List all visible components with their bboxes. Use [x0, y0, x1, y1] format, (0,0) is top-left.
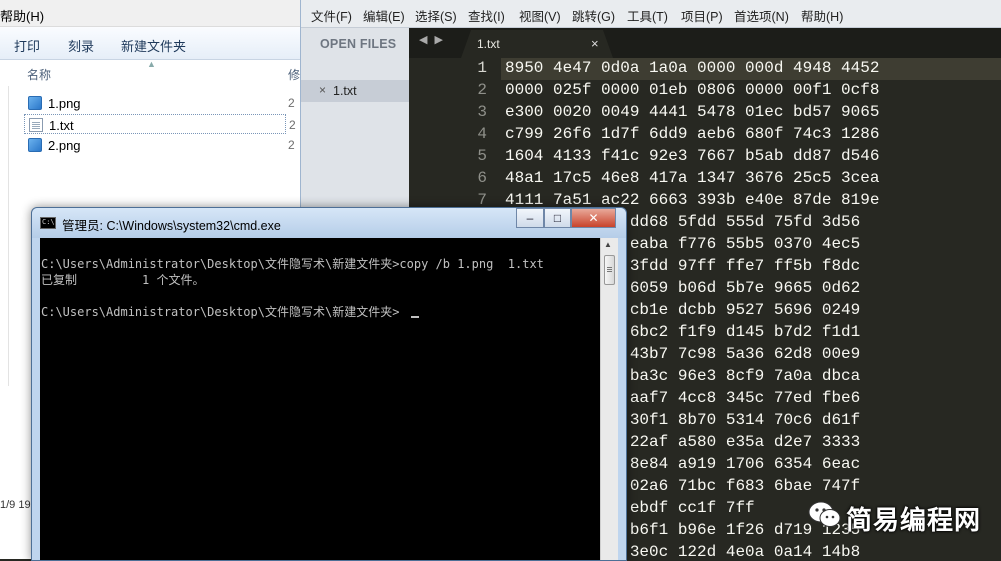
file-list-header: ▲ 名称 修: [0, 59, 300, 86]
menu-tools[interactable]: 工具(T): [627, 6, 668, 25]
scroll-up-icon[interactable]: ▲: [604, 240, 612, 249]
sublime-menubar: 文件(F) 编辑(E) 选择(S) 查找(I) 视图(V) 跳转(G) 工具(T…: [301, 0, 1001, 28]
line-number: 5: [477, 147, 487, 165]
watermark-text: 简易编程网: [846, 505, 982, 535]
tab-label: 1.txt: [477, 37, 500, 51]
sidebar-file-item[interactable]: × 1.txt: [301, 80, 409, 102]
text-file-icon: [29, 118, 43, 132]
menu-help[interactable]: 帮助(H): [801, 6, 843, 25]
cmd-window: 管理员: C:\Windows\system32\cmd.exe – □ ✕ C…: [31, 207, 627, 561]
text-cursor: [411, 316, 419, 318]
menu-file[interactable]: 文件(F): [311, 6, 352, 25]
menu-edit[interactable]: 编辑(E): [363, 6, 405, 25]
file-date: 2: [288, 96, 295, 110]
file-date: 2: [288, 138, 295, 152]
close-button[interactable]: ✕: [571, 208, 616, 228]
scrollbar-thumb[interactable]: [604, 255, 615, 285]
minimize-button[interactable]: –: [516, 208, 544, 228]
explorer-status-text: 1/9 19: [0, 499, 31, 511]
cmd-title: 管理员: C:\Windows\system32\cmd.exe: [62, 219, 281, 233]
menu-goto[interactable]: 跳转(G): [572, 6, 615, 25]
column-name-header[interactable]: 名称: [27, 66, 51, 83]
line-number: 4: [477, 125, 487, 143]
column-modified-header[interactable]: 修: [288, 66, 300, 83]
console-output[interactable]: C:\Users\Administrator\Desktop\文件隐写术\新建文…: [40, 238, 608, 560]
menu-find[interactable]: 查找(I): [468, 6, 505, 25]
watermark: 简易编程网: [808, 497, 994, 535]
vertical-scrollbar[interactable]: ▲: [600, 238, 619, 560]
burn-button[interactable]: 刻录: [68, 36, 94, 55]
file-item-1txt[interactable]: 1.txt 2: [24, 114, 296, 134]
menu-project[interactable]: 项目(P): [681, 6, 723, 25]
file-item-2png[interactable]: 2.png 2: [24, 135, 295, 155]
explorer-menubar: 帮助(H): [0, 0, 300, 27]
tab-scroll-arrows-icon[interactable]: ◀ ▶: [419, 33, 445, 46]
image-file-icon: [28, 96, 42, 110]
cmd-titlebar[interactable]: 管理员: C:\Windows\system32\cmd.exe – □ ✕: [32, 208, 626, 238]
console-line: 已复制 1 个文件。: [41, 273, 205, 287]
sidebar-file-name: 1.txt: [333, 84, 357, 98]
navigation-pane-edge: [0, 86, 9, 386]
print-button[interactable]: 打印: [14, 36, 40, 55]
line-number: 3: [477, 103, 487, 121]
window-frame: [618, 238, 626, 560]
image-file-icon: [28, 138, 42, 152]
code-line: 48a1 17c5 46e8 417a 1347 3676 25c5 3cea: [505, 169, 880, 187]
menu-preferences[interactable]: 首选项(N): [734, 6, 789, 25]
tab-close-icon[interactable]: ×: [591, 36, 599, 51]
console-line: C:\Users\Administrator\Desktop\文件隐写术\新建文…: [41, 257, 544, 271]
menu-selection[interactable]: 选择(S): [415, 6, 457, 25]
file-name: 1.png: [48, 96, 81, 111]
tab-1txt[interactable]: 1.txt ×: [461, 30, 613, 58]
console-icon: [40, 217, 56, 229]
code-line: e300 0020 0049 4441 5478 01ec bd57 9065: [505, 103, 880, 121]
code-line: c799 26f6 1d7f 6dd9 aeb6 680f 74c3 1286: [505, 125, 880, 143]
wechat-icon: [808, 501, 841, 527]
open-files-heading: OPEN FILES: [320, 37, 397, 51]
maximize-button[interactable]: □: [544, 208, 571, 228]
line-number: 2: [477, 81, 487, 99]
menu-view[interactable]: 视图(V): [519, 6, 561, 25]
close-icon[interactable]: ×: [319, 83, 326, 97]
tab-bar: ◀ ▶ 1.txt ×: [409, 28, 1001, 58]
code-line: 8950 4e47 0d0a 1a0a 0000 000d 4948 4452: [505, 59, 880, 77]
menu-help[interactable]: 帮助(H): [0, 6, 44, 25]
code-line: 0000 025f 0000 01eb 0806 0000 00f1 0cf8: [505, 81, 880, 99]
file-name: 1.txt: [49, 118, 74, 133]
file-date: 2: [289, 118, 296, 132]
sort-caret-icon: ▲: [147, 59, 156, 69]
code-line: 1604 4133 f41c 92e3 7667 b5ab dd87 d546: [505, 147, 880, 165]
console-prompt: C:\Users\Administrator\Desktop\文件隐写术\新建文…: [41, 305, 400, 319]
new-folder-button[interactable]: 新建文件夹: [121, 36, 186, 55]
explorer-toolbar: 打印 刻录 新建文件夹: [0, 27, 300, 60]
line-number: 6: [477, 169, 487, 187]
file-item-1png[interactable]: 1.png 2: [24, 93, 295, 113]
file-name: 2.png: [48, 138, 81, 153]
line-number: 1: [477, 59, 487, 77]
